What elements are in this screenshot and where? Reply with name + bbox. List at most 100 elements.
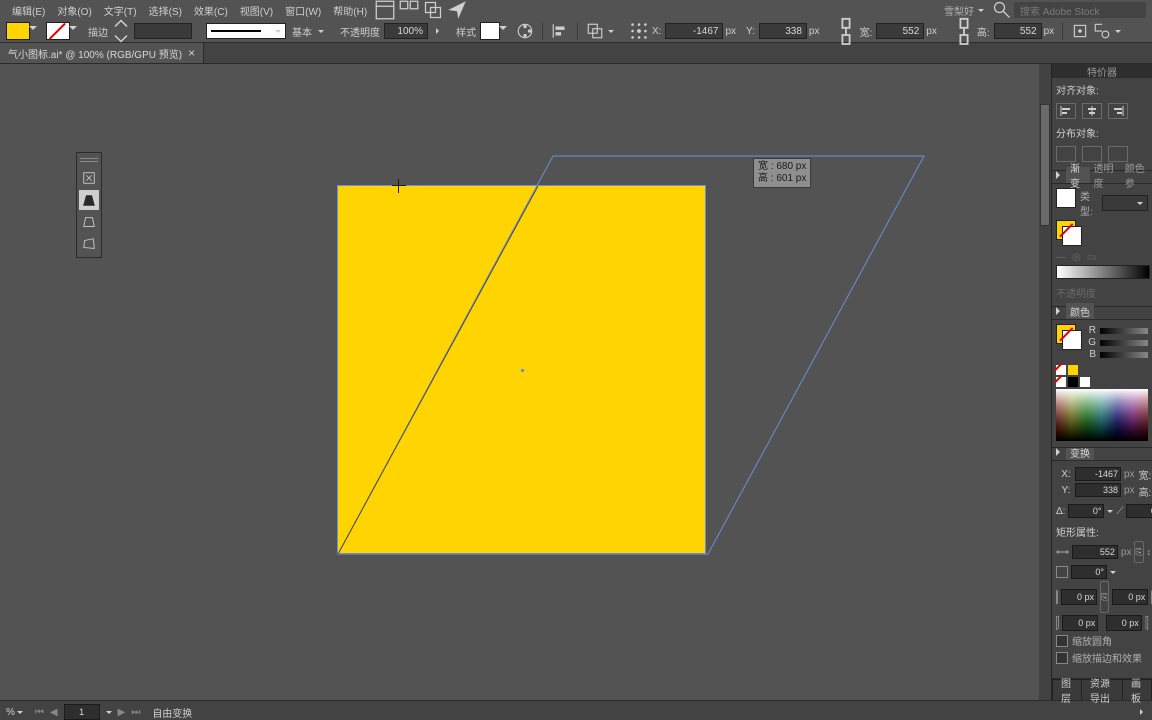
first-artboard-button[interactable]: ⏮: [35, 707, 44, 718]
collapsed-panel-tab[interactable]: 特价器: [1052, 64, 1152, 78]
align-hcenter-icon[interactable]: [1082, 103, 1102, 119]
status-flyout[interactable]: [1140, 709, 1146, 715]
menu-select[interactable]: 选择(S): [143, 0, 188, 20]
toolstrip-grip[interactable]: [80, 155, 98, 165]
color-fill-stroke-swatches[interactable]: [1056, 324, 1082, 350]
fill-swatch[interactable]: [6, 22, 30, 40]
align-icon[interactable]: [551, 22, 569, 40]
scrollbar-thumb[interactable]: [1040, 104, 1050, 226]
none-color-icon[interactable]: [1056, 365, 1066, 375]
corner-bl-icon[interactable]: [1056, 616, 1059, 630]
tab-layers[interactable]: 图层: [1053, 680, 1082, 700]
g-slider[interactable]: [1100, 340, 1148, 346]
menu-edit[interactable]: 编辑(E): [6, 0, 51, 20]
graphic-style-swatch[interactable]: [480, 22, 500, 40]
link-rect-wh-icon[interactable]: ⎘: [1134, 541, 1143, 563]
stroke-weight-stepper[interactable]: [112, 22, 130, 40]
b-slider[interactable]: [1100, 352, 1148, 358]
x-input[interactable]: px: [665, 23, 736, 39]
corner-tl-icon[interactable]: [1056, 590, 1058, 604]
shape-mode-dropdown[interactable]: [608, 30, 614, 36]
link-wh-icon[interactable]: [837, 22, 855, 40]
align-right-icon[interactable]: [1108, 103, 1128, 119]
menu-help[interactable]: 帮助(H): [327, 0, 373, 20]
r-slider[interactable]: [1100, 328, 1148, 334]
corner-tl-input[interactable]: [1061, 589, 1097, 605]
link-wh-icon-2[interactable]: [955, 22, 973, 40]
tab-gradient[interactable]: 渐变: [1066, 167, 1090, 183]
edit-mode-dropdown[interactable]: [1115, 30, 1121, 36]
radial-gradient-icon[interactable]: ◎: [1072, 252, 1081, 263]
tab-transform[interactable]: 变换: [1066, 448, 1094, 460]
send-icon[interactable]: [447, 2, 467, 18]
w-input[interactable]: px: [876, 23, 937, 39]
menu-window[interactable]: 窗口(W): [279, 0, 327, 20]
tab-color[interactable]: 颜色: [1066, 303, 1094, 319]
scale-corners-checkbox[interactable]: [1056, 635, 1068, 647]
corner-br-icon[interactable]: [1145, 616, 1148, 630]
doc-grid-icon[interactable]: [399, 2, 419, 18]
perspective-tool-icon[interactable]: [79, 212, 99, 232]
transform-x-input[interactable]: [1075, 467, 1121, 481]
transform-shear-input[interactable]: [1126, 504, 1152, 518]
opacity-input[interactable]: [384, 23, 428, 39]
isolate-icon[interactable]: [1071, 22, 1089, 40]
stroke-profile-dropdown[interactable]: [206, 23, 286, 39]
last-artboard-button[interactable]: ⏭: [131, 707, 140, 718]
corner-br-input[interactable]: [1106, 615, 1142, 631]
opacity-flyout[interactable]: [436, 28, 442, 34]
gradient-ramp[interactable]: [1056, 265, 1150, 279]
doc-layout-icon[interactable]: [375, 2, 395, 18]
shape-mode-icon[interactable]: [586, 22, 604, 40]
stroke-weight-input[interactable]: [134, 23, 192, 39]
menu-object[interactable]: 对象(O): [51, 0, 97, 20]
rect-w-input[interactable]: [1072, 545, 1118, 559]
constrain-tool-icon[interactable]: [79, 168, 99, 188]
transform-center-point[interactable]: [521, 369, 524, 372]
canvas-area[interactable]: 宽 : 680 px 高 : 601 px: [0, 64, 1051, 700]
document-tab[interactable]: 气小图标.ai* @ 100% (RGB/GPU 预览) ×: [0, 43, 204, 63]
tab-artboards[interactable]: 画板: [1123, 680, 1152, 700]
color-spectrum[interactable]: [1056, 389, 1148, 441]
free-transform-toolstrip[interactable]: [76, 152, 102, 258]
black-swatch[interactable]: [1068, 377, 1078, 387]
zoom-control[interactable]: %: [6, 707, 23, 718]
recolor-icon[interactable]: [516, 22, 534, 40]
stroke-style-dropdown[interactable]: [318, 30, 324, 36]
free-distort-tool-icon[interactable]: [79, 234, 99, 254]
prev-artboard-button[interactable]: ◀: [50, 707, 58, 718]
white-swatch[interactable]: [1080, 377, 1090, 387]
edit-mode-icon[interactable]: [1093, 22, 1111, 40]
h-input[interactable]: px: [994, 23, 1055, 39]
tab-asset-export[interactable]: 资源导出: [1082, 680, 1123, 700]
angle-dropdown[interactable]: [1107, 510, 1113, 516]
free-transform-tool-icon[interactable]: [79, 190, 99, 210]
canvas-vertical-scrollbar[interactable]: [1039, 64, 1051, 700]
menu-type[interactable]: 文字(T): [98, 0, 143, 20]
next-artboard-button[interactable]: ▶: [118, 707, 126, 718]
rect-angle-dropdown[interactable]: [1110, 571, 1116, 577]
linear-gradient-icon[interactable]: —: [1056, 252, 1066, 263]
reference-point-icon[interactable]: [630, 22, 648, 40]
tab-colorref[interactable]: 颜色参: [1121, 167, 1152, 183]
link-corners-icon[interactable]: ⎘: [1100, 581, 1109, 613]
search-icon[interactable]: [992, 2, 1012, 18]
scale-strokes-checkbox[interactable]: [1056, 652, 1068, 664]
align-left-icon[interactable]: [1056, 103, 1076, 119]
current-color-swatch[interactable]: [1068, 365, 1078, 375]
menu-view[interactable]: 视图(V): [234, 0, 279, 20]
arrange-icon[interactable]: [423, 2, 443, 18]
artboard-number-input[interactable]: [64, 704, 100, 720]
rect-angle-input[interactable]: [1071, 565, 1107, 579]
transform-y-input[interactable]: [1075, 483, 1121, 497]
gradient-fill-stroke-swatches[interactable]: [1056, 220, 1082, 246]
y-input[interactable]: px: [759, 23, 820, 39]
none-swatch-2[interactable]: [1056, 377, 1066, 387]
stroke-gradient-icon[interactable]: ▭: [1087, 252, 1096, 263]
gradient-type-dropdown[interactable]: [1102, 195, 1148, 211]
close-tab-icon[interactable]: ×: [188, 46, 195, 60]
transform-angle-input[interactable]: [1068, 504, 1104, 518]
tab-transparency[interactable]: 透明度: [1090, 167, 1121, 183]
user-menu[interactable]: 雪梨好: [938, 3, 990, 18]
corner-bl-input[interactable]: [1062, 615, 1098, 631]
